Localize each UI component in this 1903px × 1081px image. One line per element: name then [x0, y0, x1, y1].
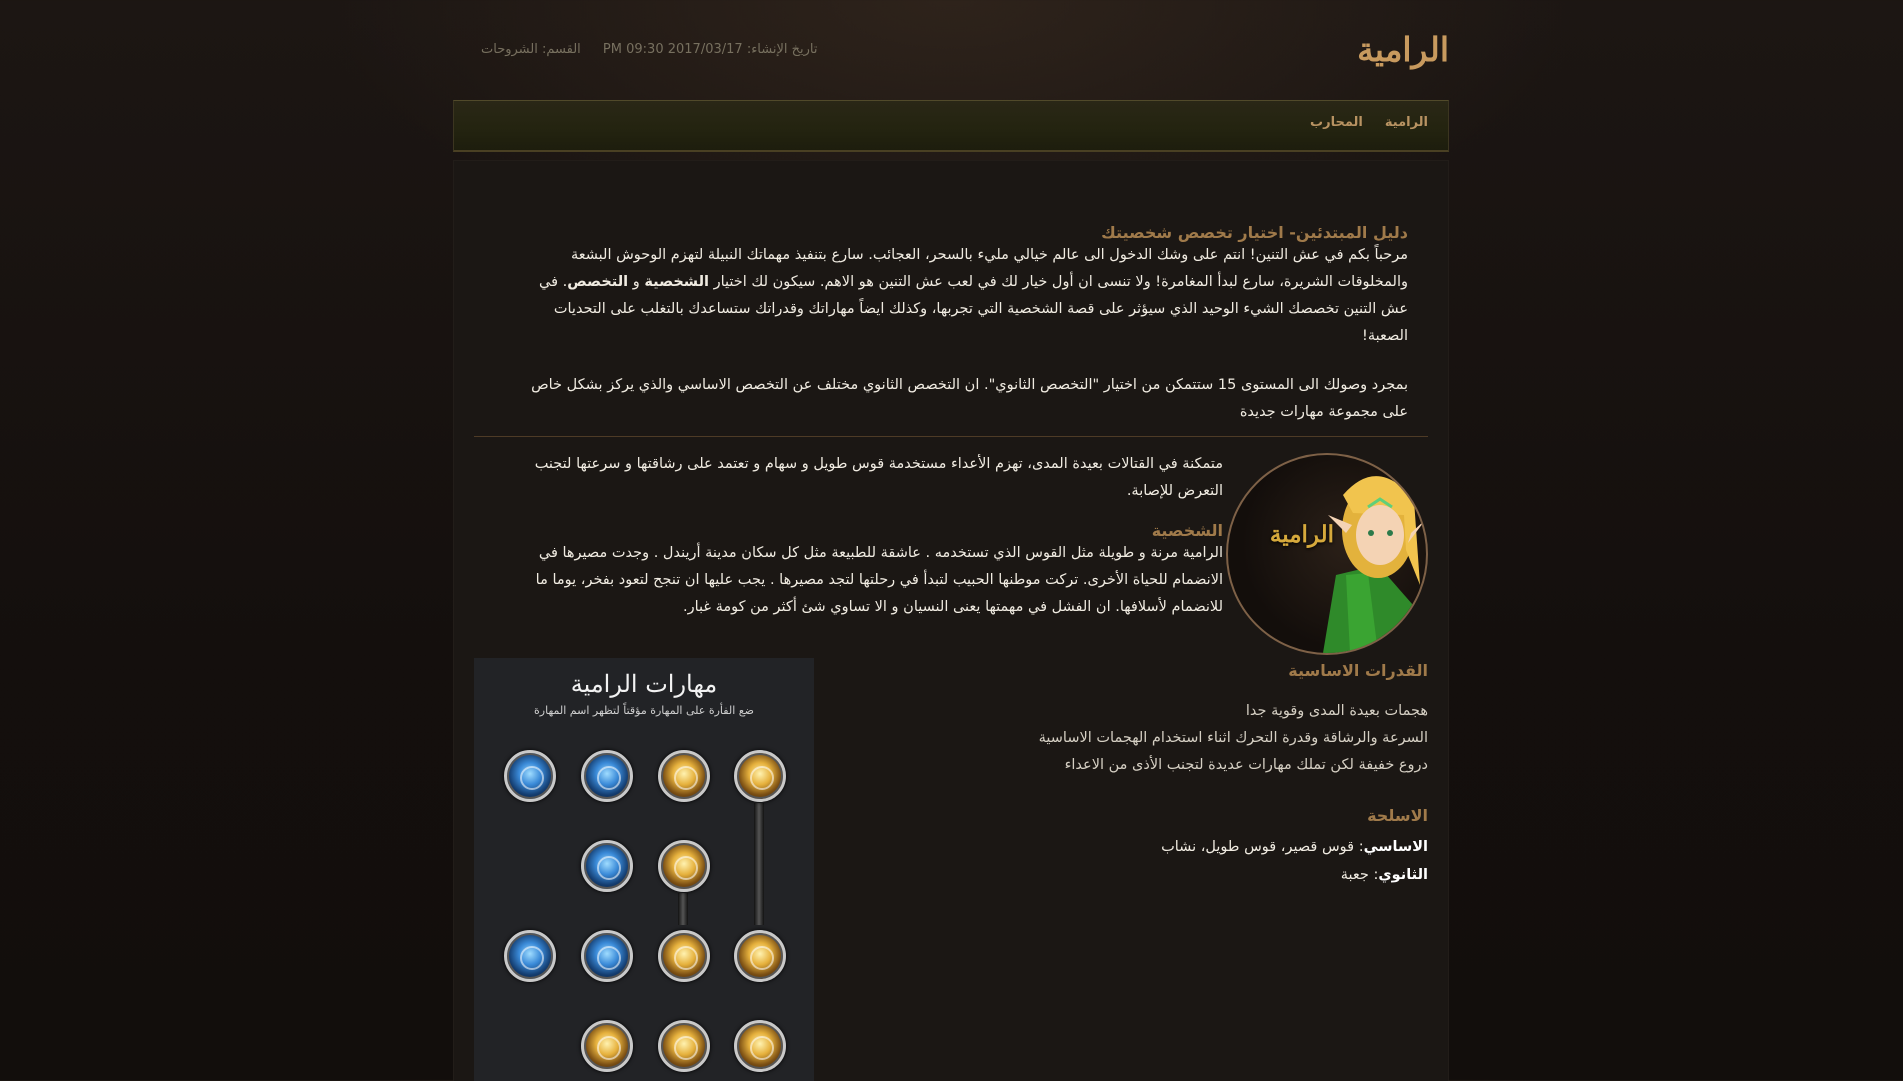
- intro-section: دليل المبتدئين- اختيار تخصص شخصيتك مرحبا…: [508, 223, 1408, 426]
- personality-heading: الشخصية: [1151, 521, 1223, 540]
- section-category: القسم: الشروحات: [481, 42, 581, 57]
- skill-link: [754, 803, 764, 925]
- skill-10-icon[interactable]: [734, 930, 786, 982]
- skill-13-icon[interactable]: [734, 1020, 786, 1072]
- personality-text: الرامية مرنة و طويلة مثل القوس الذي تستخ…: [535, 545, 1223, 615]
- created-date: تاريخ الإنشاء: 2017/03/17 09:30 PM: [602, 42, 818, 57]
- intro-heading: دليل المبتدئين- اختيار تخصص شخصيتك: [1101, 223, 1408, 242]
- skill-9-icon[interactable]: [658, 930, 710, 982]
- skill-tree: مهارات الرامية ضع الفأرة على المهارة مؤق…: [474, 658, 814, 1081]
- skill-5-icon[interactable]: [581, 840, 633, 892]
- class-summary: متمكنة في القتالات بعيدة المدى، تهزم الأ…: [534, 456, 1223, 499]
- archer-portrait-image: [1323, 476, 1426, 653]
- portrait-label: الرامية: [1269, 521, 1334, 548]
- page-wrapper: الرامية تاريخ الإنشاء: 2017/03/17 09:30 …: [453, 0, 1449, 1081]
- skill-11-icon[interactable]: [581, 1020, 633, 1072]
- class-nav: الرامية المحارب: [453, 100, 1449, 152]
- primary-weapons: الاساسي: قوس قصير، قوس طويل، نشاب: [1161, 839, 1428, 855]
- skill-3-icon[interactable]: [658, 750, 710, 802]
- skill-8-icon[interactable]: [581, 930, 633, 982]
- abilities-heading: القدرات الاساسية: [1288, 661, 1428, 680]
- intro-paragraph-2: بمجرد وصولك الى المستوى 15 ستتمكن من اخت…: [531, 377, 1408, 420]
- archer-portrait: الرامية: [1226, 453, 1428, 655]
- skill-4-icon[interactable]: [734, 750, 786, 802]
- post-meta: تاريخ الإنشاء: 2017/03/17 09:30 PM القسم…: [463, 42, 818, 57]
- secondary-weapons: الثانوي: جعبة: [1340, 867, 1428, 883]
- section-divider: [474, 436, 1428, 437]
- content-panel: دليل المبتدئين- اختيار تخصص شخصيتك مرحبا…: [453, 160, 1449, 1081]
- character-description: متمكنة في القتالات بعيدة المدى، تهزم الأ…: [503, 451, 1223, 621]
- ability-item: دروع خفيفة لكن تملك مهارات عديدة لتجنب ا…: [1064, 757, 1428, 773]
- skill-12-icon[interactable]: [658, 1020, 710, 1072]
- skill-2-icon[interactable]: [581, 750, 633, 802]
- ability-item: السرعة والرشاقة وقدرة التحرك اثناء استخد…: [1038, 730, 1428, 746]
- nav-item-archer[interactable]: الرامية: [1385, 101, 1428, 145]
- skill-link: [678, 893, 688, 925]
- skill-tree-title: مهارات الرامية: [570, 670, 718, 698]
- nav-item-warrior[interactable]: المحارب: [1310, 101, 1363, 145]
- skill-7-icon[interactable]: [504, 930, 556, 982]
- skill-6-icon[interactable]: [658, 840, 710, 892]
- ability-item: هجمات بعيدة المدى وقوية جدا: [1245, 703, 1428, 719]
- skill-tree-hint: ضع الفأرة على المهارة مؤقتاً لتظهر اسم ا…: [534, 704, 754, 717]
- intro-paragraph-1: مرحباً بكم في عش التنين! انتم على وشك ال…: [539, 247, 1408, 344]
- weapons-heading: الاسلحة: [1367, 806, 1428, 825]
- weapons-section: الاسلحة الاساسي: قوس قصير، قوس طويل، نشا…: [928, 806, 1428, 889]
- skill-1-icon[interactable]: [504, 750, 556, 802]
- page-title: الرامية: [1357, 30, 1449, 69]
- abilities-section: القدرات الاساسية هجمات بعيدة المدى وقوية…: [928, 661, 1428, 779]
